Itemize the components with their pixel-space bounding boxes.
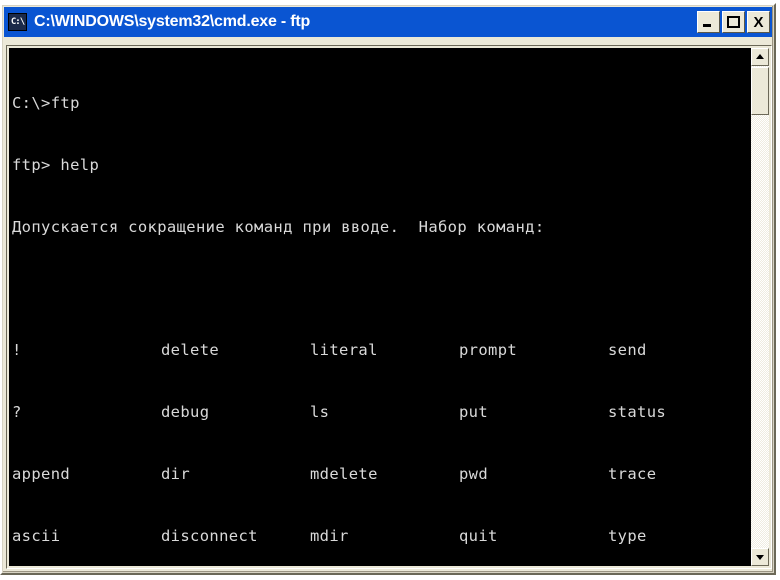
scrollbar-thumb[interactable]	[751, 67, 769, 115]
command-cell: trace	[608, 464, 657, 483]
command-table-row: append dir mdelete pwd trace	[12, 464, 753, 485]
command-cell: send	[608, 341, 647, 360]
command-table-row: ! delete literal prompt send	[12, 340, 753, 361]
command-cell: literal	[310, 341, 378, 360]
console-screen[interactable]: C:\>ftp ftp> help Допускается сокращение…	[9, 48, 753, 566]
command-cell: !	[12, 341, 22, 360]
minimize-icon	[703, 24, 711, 27]
close-button[interactable]: X	[747, 11, 770, 33]
command-table-row: ? debug ls put status	[12, 402, 753, 423]
command-cell: ?	[12, 403, 22, 422]
command-cell: put	[459, 403, 489, 422]
console-window: C:\ C:\WINDOWS\system32\cmd.exe - ftp X …	[0, 3, 776, 575]
maximize-button[interactable]	[722, 11, 745, 33]
console-output: C:\>ftp ftp> help Допускается сокращение…	[12, 52, 753, 566]
scroll-down-button[interactable]	[751, 548, 769, 566]
command-table-row: ascii disconnect mdir quit type	[12, 526, 753, 547]
cmd-console-icon[interactable]: C:\	[8, 13, 27, 31]
command-cell: mdir	[310, 526, 349, 545]
command-cell: type	[608, 526, 647, 545]
console-line: Допускается сокращение команд при вводе.…	[12, 217, 545, 236]
command-cell: quit	[459, 526, 498, 545]
command-cell: pwd	[459, 464, 489, 483]
command-cell: debug	[161, 403, 210, 422]
command-cell: status	[608, 403, 667, 422]
scroll-up-button[interactable]	[751, 48, 769, 66]
console-line: ftp> help	[12, 155, 100, 174]
scroll-down-arrow-icon	[756, 555, 764, 560]
vertical-scrollbar[interactable]	[751, 48, 769, 566]
minimize-button[interactable]	[697, 11, 720, 33]
window-title: C:\WINDOWS\system32\cmd.exe - ftp	[34, 13, 311, 30]
command-cell: ls	[310, 403, 330, 422]
command-cell: disconnect	[161, 526, 258, 545]
console-client-area: C:\>ftp ftp> help Допускается сокращение…	[6, 45, 772, 569]
window-titlebar[interactable]: C:\ C:\WINDOWS\system32\cmd.exe - ftp X	[4, 7, 772, 37]
scroll-up-arrow-icon	[756, 54, 764, 59]
command-cell: dir	[161, 464, 191, 483]
command-cell: append	[12, 464, 71, 483]
close-icon: X	[753, 13, 764, 31]
command-cell: ascii	[12, 526, 61, 545]
console-line: C:\>ftp	[12, 94, 80, 113]
scrollbar-track[interactable]	[751, 48, 769, 566]
command-cell: prompt	[459, 341, 518, 360]
maximize-icon	[727, 16, 740, 28]
command-cell: mdelete	[310, 464, 378, 483]
command-cell: delete	[161, 341, 220, 360]
cmd-console-icon-glyph: C:\	[10, 16, 25, 27]
